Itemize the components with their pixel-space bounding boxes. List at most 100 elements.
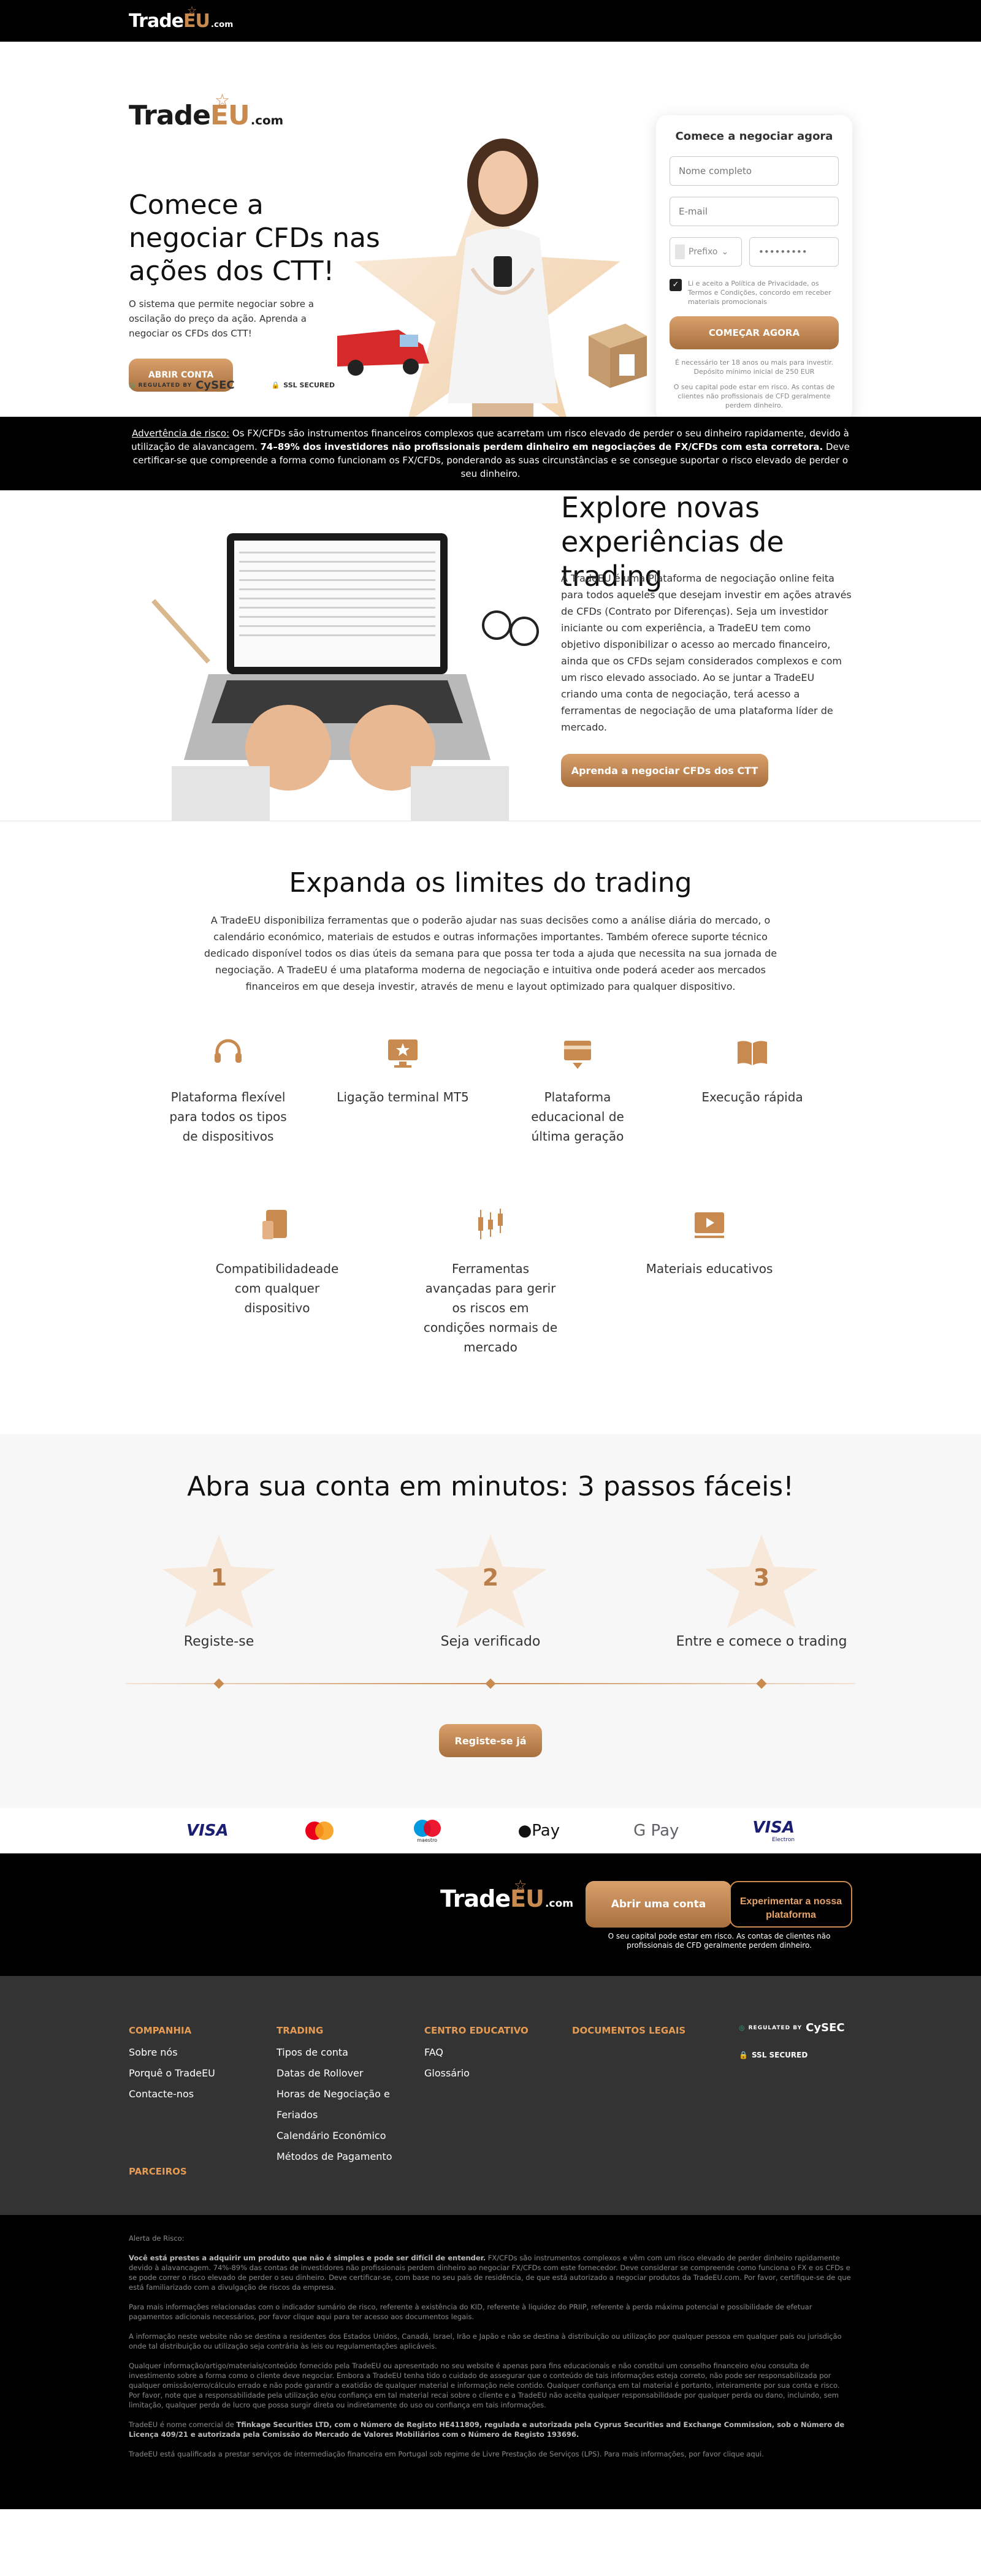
legal-heading: Alerta de Risco: xyxy=(129,2234,185,2243)
education-icon xyxy=(564,1041,591,1069)
legal-paragraph: TradeEU é nome comercial de Tfinkage Sec… xyxy=(129,2420,852,2439)
footer-col-title: COMPANHIA xyxy=(129,2025,192,2036)
lock-icon: 🔒 xyxy=(271,381,280,389)
footer-col-title: CENTRO EDUCATIVO xyxy=(424,2025,529,2036)
apple-icon: ● xyxy=(517,1822,532,1840)
ssl-label: SSL SECURED xyxy=(751,2051,808,2059)
feature-item: Plataforma educacional de última geração xyxy=(510,1035,645,1146)
google-pay-logo: G Pay xyxy=(633,1822,679,1840)
logo-com: .com xyxy=(544,1898,574,1910)
risk-warning-banner: Advertência de risco: Os FX/CFDs são ins… xyxy=(0,417,981,490)
legal-paragraph: A informação neste website não se destin… xyxy=(129,2332,842,2350)
legal-bold-text: Tfinkage Securities LTD, com o Número de… xyxy=(129,2420,845,2439)
feature-item: Ligação terminal MT5 xyxy=(335,1035,470,1107)
phone-prefix-select[interactable]: Prefixo ⌄ xyxy=(670,237,742,267)
hero-section: Trade EU .com ☆ Comece a negociar CFDs nas… xyxy=(0,42,981,417)
devices-icon xyxy=(262,1210,287,1239)
step-item: 3 Entre e comece o trading xyxy=(670,1532,853,1649)
footer-ssl-badge: 🔒 SSL SECURED xyxy=(739,2051,807,2059)
full-name-input[interactable] xyxy=(670,156,839,186)
regulated-label: REGULATED BY xyxy=(748,2024,803,2031)
footer-cysec-badge: ◎ REGULATED BY CySEC xyxy=(739,2021,845,2034)
logo-trade: Trade xyxy=(129,100,211,131)
footer-link-account-types[interactable]: Tipos de conta xyxy=(277,2042,405,2063)
legal-paragraph: Qualquer informação/artigo/materiais/con… xyxy=(129,2361,840,2409)
footer-link-contact[interactable]: Contacte-nos xyxy=(129,2084,215,2105)
star-icon: ☆ xyxy=(514,1877,527,1894)
email-input[interactable] xyxy=(670,197,839,226)
cysec-label: CySEC xyxy=(196,379,235,392)
step-marker xyxy=(485,1678,496,1689)
visa-electron-logo: VISA Electron xyxy=(752,1818,795,1843)
legal-text: TradeEU é nome comercial de xyxy=(129,2420,237,2429)
open-account-footer-button[interactable]: Abrir uma conta xyxy=(586,1881,731,1928)
footer-link-calendar[interactable]: Calendário Económico xyxy=(277,2126,405,2146)
mastercard-logo xyxy=(305,1822,334,1840)
footer-link-why[interactable]: Porquê o TradeEU xyxy=(129,2063,215,2084)
consent-checkbox[interactable]: ✓ xyxy=(670,279,682,291)
flag-icon xyxy=(675,245,685,259)
register-now-button[interactable]: Registe-se já xyxy=(439,1724,542,1757)
footer-link-hours[interactable]: Horas de Negociação e Feriados xyxy=(277,2084,405,2126)
step-label: Entre e comece o trading xyxy=(676,1634,847,1649)
phone-input[interactable] xyxy=(749,237,839,267)
step-number: 3 xyxy=(753,1564,770,1591)
star-icon: ☆ xyxy=(187,4,197,17)
footer-col-education: CENTRO EDUCATIVO FAQ Glossário xyxy=(424,2025,529,2084)
feature-label: Ligação terminal MT5 xyxy=(337,1090,469,1104)
maestro-label: maestro xyxy=(417,1837,438,1843)
footer-link-glossary[interactable]: Glossário xyxy=(424,2063,529,2084)
candlestick-icon xyxy=(478,1209,503,1239)
footer-link-about[interactable]: Sobre nós xyxy=(129,2042,215,2063)
logo-trade: Trade xyxy=(129,10,184,32)
steps-section: Abra sua conta em minutos: 3 passos fáce… xyxy=(0,1434,981,1808)
legal-paragraph: TradeEU está qualificada a prestar servi… xyxy=(129,2450,764,2458)
delivery-van-image xyxy=(337,330,429,376)
risk-warning-label[interactable]: Advertência de risco: xyxy=(132,428,229,439)
feature-item: Ferramentas avançadas para gerir os risc… xyxy=(423,1206,558,1357)
ssl-label: SSL SECURED xyxy=(283,381,335,389)
signup-form: Comece a negociar agora Prefixo ⌄ ✓ Li e… xyxy=(656,115,852,417)
feature-item: Execução rápida xyxy=(685,1035,820,1107)
electron-label: Electron xyxy=(772,1837,795,1843)
footer-partners-link[interactable]: PARCEIROS xyxy=(129,2166,187,2177)
brand-logo[interactable]: Trade EU .com ☆ xyxy=(129,4,234,32)
expand-section: Expanda os limites do trading A TradeEU … xyxy=(0,821,981,1434)
step-label: Registe-se xyxy=(183,1634,254,1649)
footer-link-rollover[interactable]: Datas de Rollover xyxy=(277,2063,405,2084)
step-number: 1 xyxy=(210,1564,227,1591)
try-platform-button[interactable]: Experimentar a nossa plataforma xyxy=(730,1881,852,1928)
expand-title: Expanda os limites do trading xyxy=(289,867,692,899)
maestro-logo: maestro xyxy=(410,1819,445,1843)
feature-item: Materiais educativos xyxy=(642,1206,777,1279)
step-item: 2 Seja verificado xyxy=(399,1532,582,1649)
feature-label: Ferramentas avançadas para gerir os risc… xyxy=(423,1261,558,1354)
footer-links: COMPANHIA Sobre nós Porquê o TradeEU Con… xyxy=(0,1976,981,2215)
footer-logo[interactable]: Trade EU .com ☆ xyxy=(440,1877,574,1912)
hero-description: O sistema que permite negociar sobre a o… xyxy=(129,298,314,339)
book-icon xyxy=(738,1041,767,1065)
logo-com: .com xyxy=(210,19,234,29)
visa-electron-label: VISA xyxy=(752,1818,795,1837)
explore-section: Explore novas experiências de trading A … xyxy=(0,490,981,821)
footer-col-title[interactable]: DOCUMENTOS LEGAIS xyxy=(572,2025,685,2036)
footer-link-faq[interactable]: FAQ xyxy=(424,2042,529,2063)
legal-bold-text: Você está prestes a adquirir um produto … xyxy=(129,2254,486,2262)
footer-col-trading: TRADING Tipos de conta Datas de Rollover… xyxy=(277,2025,405,2167)
apple-pay-logo: ●Pay xyxy=(518,1822,560,1840)
consent-label: Li e aceito a Política de Privacidade, o… xyxy=(688,279,831,306)
steps-title: Abra sua conta em minutos: 3 passos fáce… xyxy=(187,1471,794,1502)
step-item: 1 Registe-se xyxy=(127,1532,311,1649)
learn-cfds-button[interactable]: Aprenda a negociar CFDs dos CTT xyxy=(561,754,768,787)
step-number: 2 xyxy=(482,1564,499,1591)
headset-icon xyxy=(215,1039,242,1063)
feature-label: Compatibilidadeade com qualquer disposit… xyxy=(215,1261,339,1315)
feature-label: Plataforma flexível para todos os tipos … xyxy=(169,1090,287,1144)
footer-cta: Trade EU .com ☆ Abrir uma conta Experiment… xyxy=(0,1853,981,1976)
footer-col-title: TRADING xyxy=(277,2025,324,2036)
start-now-button[interactable]: COMEÇAR AGORA xyxy=(670,316,839,349)
star-icon: ☆ xyxy=(215,90,230,110)
footer-link-payments[interactable]: Métodos de Pagamento xyxy=(277,2146,405,2167)
woman-with-phone-image xyxy=(448,139,558,417)
feature-item: Compatibilidadeade com qualquer disposit… xyxy=(210,1206,345,1318)
